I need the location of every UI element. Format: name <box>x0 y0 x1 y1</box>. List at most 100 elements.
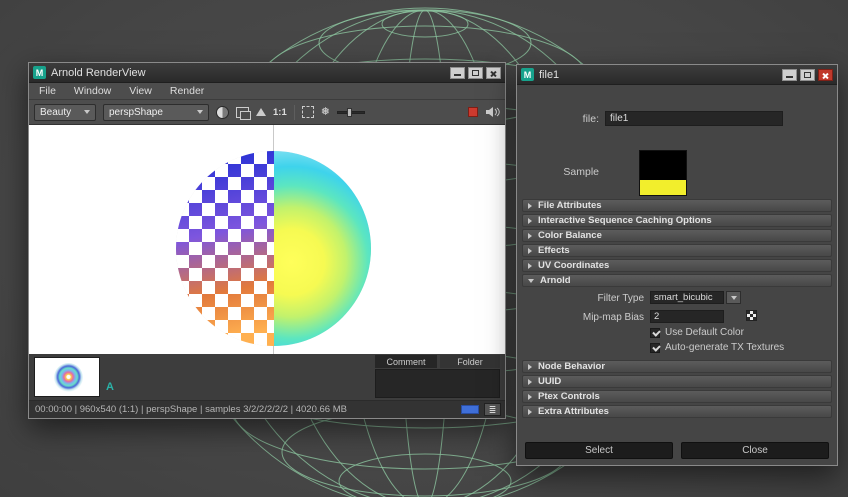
section-label: Color Balance <box>538 230 602 241</box>
file1-window-title: file1 <box>539 69 777 81</box>
region-render-icon[interactable] <box>302 106 314 118</box>
section-uv-coordinates[interactable]: UV Coordinates <box>522 259 832 272</box>
toolbar-separator <box>294 105 295 120</box>
render-image-area[interactable] <box>29 125 505 354</box>
section-color-balance[interactable]: Color Balance <box>522 229 832 242</box>
speaker-icon[interactable] <box>485 106 500 118</box>
abort-render-icon[interactable] <box>468 107 478 117</box>
use-default-color-row: Use Default Color <box>650 327 744 338</box>
renderview-title: Arnold RenderView <box>51 67 445 79</box>
ab-compare-icon[interactable] <box>236 107 249 118</box>
file1-attribute-window: M file1 file: Sample File Attributes Int… <box>516 64 838 466</box>
arnold-renderview-window: M Arnold RenderView File Window View Ren… <box>28 62 506 419</box>
section-ptex-controls[interactable]: Ptex Controls <box>522 390 832 403</box>
texture-map-icon[interactable] <box>746 310 757 321</box>
section-interactive-sequence-caching[interactable]: Interactive Sequence Caching Options <box>522 214 832 227</box>
collapsed-arrow-icon <box>528 203 532 209</box>
filter-type-label: Filter Type <box>522 293 644 304</box>
close-button[interactable]: Close <box>681 442 829 459</box>
expanded-arrow-icon <box>528 279 534 283</box>
collapsed-arrow-icon <box>528 379 532 385</box>
snapshot-thumbnail[interactable] <box>34 357 100 397</box>
sphere-gradient-half <box>274 151 372 346</box>
section-label: Arnold <box>540 275 571 286</box>
minimize-icon[interactable] <box>782 69 797 81</box>
file-name-label: file: <box>517 113 599 125</box>
maximize-icon[interactable] <box>468 67 483 79</box>
sample-swatch[interactable] <box>639 150 687 196</box>
thumbnail-sphere-image <box>54 363 83 392</box>
snapshot-strip: A Comment Folder <box>29 354 505 401</box>
renderview-menubar: File Window View Render <box>29 83 505 100</box>
chevron-down-icon <box>731 296 737 300</box>
section-label: Effects <box>538 245 570 256</box>
section-label: Node Behavior <box>538 361 605 372</box>
collapsed-arrow-icon <box>528 409 532 415</box>
auto-generate-tx-checkbox[interactable] <box>650 343 660 353</box>
filter-type-dropdown-button[interactable] <box>726 291 741 304</box>
camera-dropdown-value: perspShape <box>109 107 163 118</box>
menu-render[interactable]: Render <box>170 85 204 97</box>
menu-view[interactable]: View <box>129 85 152 97</box>
menu-window[interactable]: Window <box>74 85 111 97</box>
chevron-down-icon <box>197 110 203 114</box>
section-node-behavior[interactable]: Node Behavior <box>522 360 832 373</box>
auto-generate-tx-label: Auto-generate TX Textures <box>665 342 784 353</box>
progress-indicator <box>461 405 479 414</box>
aov-dropdown[interactable]: Beauty <box>34 104 96 121</box>
use-default-color-checkbox[interactable] <box>650 328 660 338</box>
sample-label: Sample <box>517 166 599 178</box>
section-label: UUID <box>538 376 561 387</box>
tab-comment[interactable]: Comment <box>375 355 437 368</box>
section-label: File Attributes <box>538 200 602 211</box>
update-render-icon[interactable] <box>256 108 266 116</box>
collapsed-arrow-icon <box>528 394 532 400</box>
renderview-titlebar[interactable]: M Arnold RenderView <box>29 63 505 83</box>
comment-textarea[interactable] <box>375 369 500 398</box>
filter-type-value[interactable]: smart_bicubic <box>650 291 724 304</box>
attribute-editor-body: file: Sample File Attributes Interactive… <box>517 86 837 465</box>
section-uuid[interactable]: UUID <box>522 375 832 388</box>
one-to-one-zoom-button[interactable]: 1:1 <box>273 107 287 118</box>
menu-file[interactable]: File <box>39 85 56 97</box>
section-label: Interactive Sequence Caching Options <box>538 215 712 226</box>
collapsed-arrow-icon <box>528 233 532 239</box>
file1-titlebar[interactable]: M file1 <box>517 65 837 85</box>
collapsed-arrow-icon <box>528 263 532 269</box>
mipmap-bias-label: Mip-map Bias <box>522 312 644 323</box>
exposure-slider[interactable] <box>337 106 365 119</box>
select-button[interactable]: Select <box>525 442 673 459</box>
renderview-statusbar: 00:00:00 | 960x540 (1:1) | perspShape | … <box>29 401 505 418</box>
file-name-input[interactable] <box>605 111 783 126</box>
render-status-text: 00:00:00 | 960x540 (1:1) | perspShape | … <box>35 404 347 415</box>
collapsed-arrow-icon <box>528 218 532 224</box>
arnold-badge: A <box>106 381 114 393</box>
maya-logo-icon: M <box>521 68 534 81</box>
close-icon[interactable] <box>818 69 833 81</box>
use-default-color-label: Use Default Color <box>665 327 744 338</box>
section-label: Ptex Controls <box>538 391 600 402</box>
section-arnold[interactable]: Arnold <box>522 274 832 287</box>
camera-dropdown[interactable]: perspShape <box>103 104 209 121</box>
arnold-section-content: Filter Type smart_bicubic Mip-map Bias 2… <box>522 289 832 358</box>
close-icon[interactable] <box>486 67 501 79</box>
maya-logo-icon: M <box>33 66 46 79</box>
mipmap-bias-input[interactable]: 2 <box>650 310 724 323</box>
section-file-attributes[interactable]: File Attributes <box>522 199 832 212</box>
section-extra-attributes[interactable]: Extra Attributes <box>522 405 832 418</box>
minimize-icon[interactable] <box>450 67 465 79</box>
sphere-checker-half <box>176 151 274 346</box>
tab-folder[interactable]: Folder <box>440 355 500 368</box>
section-label: Extra Attributes <box>538 406 609 417</box>
slider-handle[interactable] <box>347 108 352 117</box>
renderview-toolbar: Beauty perspShape 1:1 ❅ <box>29 100 505 125</box>
chevron-down-icon <box>84 110 90 114</box>
collapsed-arrow-icon <box>528 248 532 254</box>
snowflake-icon[interactable]: ❅ <box>321 107 330 118</box>
maximize-icon[interactable] <box>800 69 815 81</box>
collapsed-arrow-icon <box>528 364 532 370</box>
aov-dropdown-value: Beauty <box>40 107 71 118</box>
snapshot-icon[interactable] <box>216 106 229 119</box>
log-list-icon[interactable]: ≣ <box>484 403 501 416</box>
section-effects[interactable]: Effects <box>522 244 832 257</box>
